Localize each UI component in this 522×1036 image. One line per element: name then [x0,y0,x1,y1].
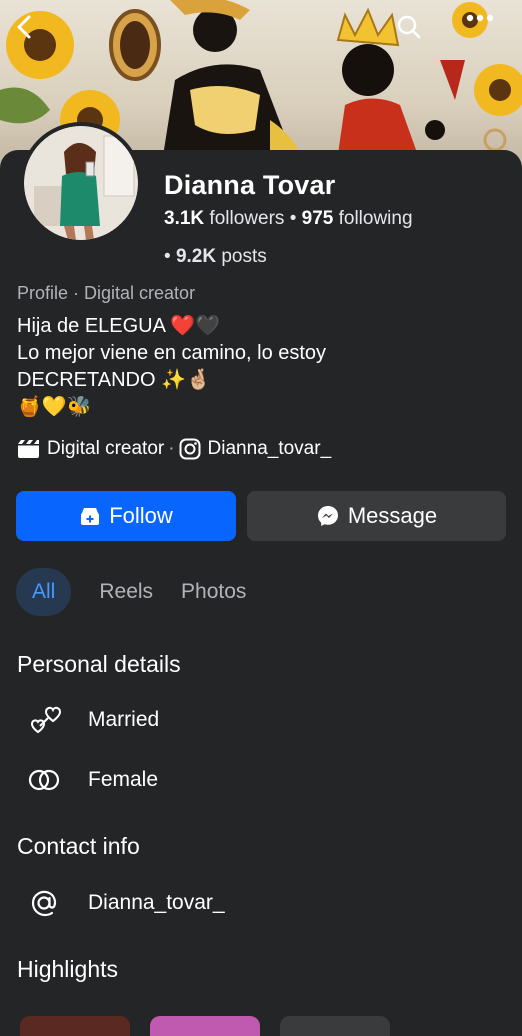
profile-avatar[interactable] [20,122,142,244]
link-separator: · [168,438,175,459]
link-category: Digital creator [47,438,165,459]
profile-links: Digital creator · Dianna_tovar_ [17,438,331,460]
contact-row-handle[interactable]: Dianna_tovar_ [24,887,225,919]
following-label[interactable]: following [339,208,413,229]
personal-details-title: Personal details [17,651,181,677]
follow-icon [79,505,101,527]
follow-label: Follow [109,503,173,528]
instagram-icon [179,438,201,460]
back-arrow-icon[interactable] [14,14,50,50]
detail-row-relationship: Married [24,704,159,736]
highlight-thumb[interactable] [150,1016,260,1036]
followers-count[interactable]: 3.1K [164,208,204,229]
profile-name: Dianna Tovar [164,170,336,200]
profile-bio: Hija de ELEGUA ❤️🖤 Lo mejor viene en cam… [17,313,507,421]
search-icon[interactable] [396,14,432,50]
posts-stat: • 9.2K posts [164,246,267,268]
following-count[interactable]: 975 [302,208,334,229]
instagram-handle[interactable]: Dianna_tovar_ [208,438,332,460]
bio-line: Hija de ELEGUA ❤️🖤 [17,315,221,337]
profile-category-line: Profile · Digital creator [17,283,196,303]
message-button[interactable]: Message [247,491,506,541]
relationship-status: Married [88,708,160,731]
gender-rings-icon [24,764,64,796]
contact-info-title: Contact info [17,833,140,859]
bio-line: DECRETANDO ✨🤞🏼 [17,369,211,391]
clapperboard-icon [17,439,40,459]
highlight-thumb[interactable] [280,1016,390,1036]
posts-label: posts [221,246,267,267]
profile-tabs: All Reels Photos [16,568,274,616]
hearts-icon [24,704,64,736]
messenger-icon [316,504,340,528]
highlights-title: Highlights [17,956,118,982]
profile-stats: 3.1K followers • 975 following [164,208,413,230]
tab-photos[interactable]: Photos [181,568,246,616]
contact-handle: Dianna_tovar_ [88,891,225,914]
tab-reels[interactable]: Reels [99,568,153,616]
avatar-photo [24,126,138,240]
stats-separator: • [289,208,302,229]
bio-line: 🍯💛🐝 [17,396,92,418]
gender-value: Female [88,768,159,791]
more-options-icon[interactable] [466,14,502,50]
follow-button[interactable]: Follow [16,491,236,541]
highlight-thumb[interactable] [20,1016,130,1036]
posts-count: 9.2K [175,246,217,267]
stats-separator: • [164,246,176,267]
bio-line: Lo mejor viene en camino, lo estoy [17,342,327,364]
message-label: Message [347,503,438,528]
highlights-row [20,1016,390,1036]
followers-label[interactable]: followers [209,208,284,229]
tab-all[interactable]: All [16,568,72,616]
at-sign-icon [24,887,64,919]
detail-row-gender: Female [24,764,158,796]
